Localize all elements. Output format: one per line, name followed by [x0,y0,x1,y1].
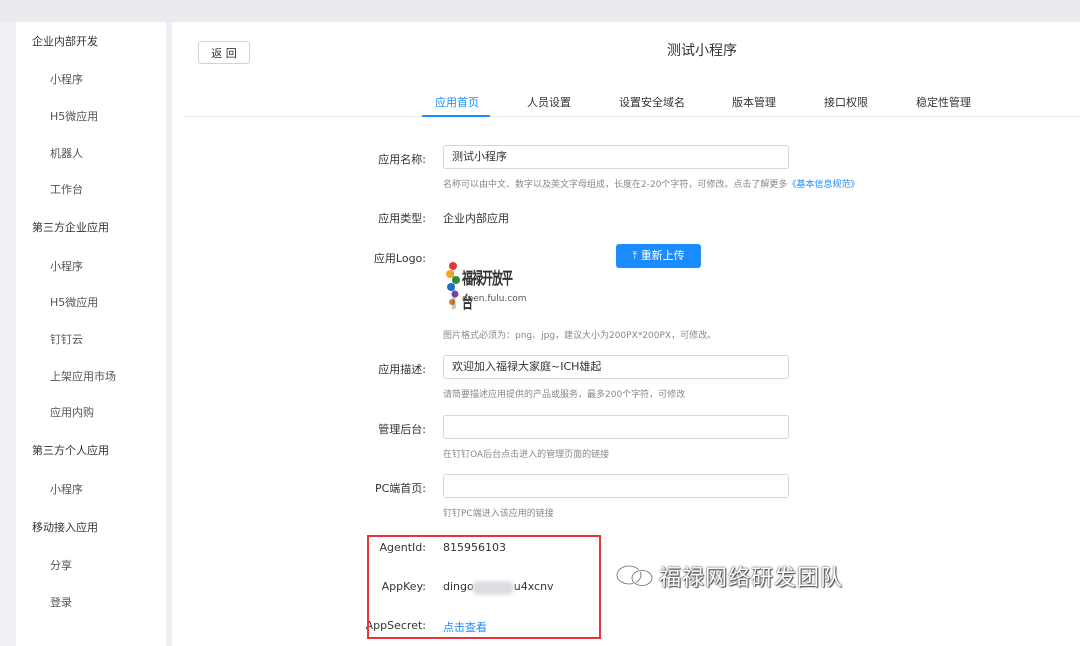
watermark: 福禄网络研发团队 [615,560,843,595]
sidebar-item-in-app-purchase[interactable]: 应用内购 [50,403,94,423]
credentials-highlight-box [367,535,601,639]
app-type-label: 应用类型: [378,212,426,225]
app-name-hint: 名称可以由中文、数字以及英文字母组成，长度在2-20个字符，可修改。点击了解更多… [443,180,860,190]
logo-text: 福禄开放平台 [462,269,513,313]
pc-home-label: PC端首页: [374,482,426,495]
sidebar-item-login[interactable]: 登录 [50,593,72,613]
app-logo-image: 福禄开放平台 open.fulu.com [444,256,526,316]
wechat-icon [615,563,655,595]
basic-info-spec-link[interactable]: 《基本信息规范》 [787,180,859,190]
upload-icon: ⤒ [632,249,638,262]
tab-version-management[interactable]: 版本管理 [732,94,776,110]
sidebar-item-internal-h5[interactable]: H5微应用 [50,107,98,127]
tab-stability[interactable]: 稳定性管理 [916,94,971,110]
tab-member-settings[interactable]: 人员设置 [527,94,571,110]
sidebar-item-workbench[interactable]: 工作台 [50,180,83,200]
app-name-input[interactable]: 测试小程序 [443,145,789,169]
sidebar-category-thirdparty-personal[interactable]: 第三方个人应用 [32,441,109,461]
sidebar-item-share[interactable]: 分享 [50,556,72,576]
sidebar-item-app-market[interactable]: 上架应用市场 [50,367,116,387]
admin-backend-input[interactable] [443,415,789,439]
tab-api-permission[interactable]: 接口权限 [824,94,868,110]
reupload-button[interactable]: ⤒ 重新上传 [616,244,701,268]
sidebar: 企业内部开发 小程序 H5微应用 机器人 工作台 第三方企业应用 小程序 H5微… [16,22,166,646]
admin-backend-hint: 在钉钉OA后台点击进入的管理页面的链接 [443,450,610,460]
tab-app-home[interactable]: 应用首页 [435,94,479,110]
app-desc-hint: 请简要描述应用提供的产品或服务，最多200个字符，可修改 [443,390,686,400]
logo-url-text: open.fulu.com [462,294,527,304]
tab-safe-domain[interactable]: 设置安全域名 [619,94,685,110]
app-name-label: 应用名称: [378,153,426,166]
back-button[interactable]: 返 回 [198,41,250,64]
active-tab-indicator [422,115,490,117]
admin-backend-label: 管理后台: [378,423,426,436]
sidebar-item-dingtalk-cloud[interactable]: 钉钉云 [50,330,83,350]
pc-home-input[interactable] [443,474,789,498]
page-title: 测试小程序 [667,43,737,59]
app-logo-label: 应用Logo: [373,252,426,265]
tab-bar: 应用首页 人员设置 设置安全域名 版本管理 接口权限 稳定性管理 [184,86,1080,117]
app-desc-label: 应用描述: [378,363,426,376]
watermark-text: 福禄网络研发团队 [659,566,844,591]
app-logo-hint: 图片格式必须为：png、jpg，建议大小为200PX*200PX，可修改。 [443,331,717,341]
app-type-value: 企业内部应用 [443,212,509,225]
sidebar-category-thirdparty-enterprise[interactable]: 第三方企业应用 [32,218,109,238]
main-panel: 返 回 测试小程序 应用首页 人员设置 设置安全域名 版本管理 接口权限 稳定性… [172,22,1080,646]
sidebar-category-internal[interactable]: 企业内部开发 [32,32,98,52]
sidebar-item-tp-miniprogram[interactable]: 小程序 [50,257,83,277]
top-strip [0,0,1080,22]
sidebar-item-personal-miniprogram[interactable]: 小程序 [50,480,83,500]
sidebar-category-mobile-access[interactable]: 移动接入应用 [32,518,98,538]
pc-home-hint: 钉钉PC端进入该应用的链接 [443,509,554,519]
sidebar-item-tp-h5[interactable]: H5微应用 [50,293,98,313]
sidebar-item-robot[interactable]: 机器人 [50,144,83,164]
sidebar-item-internal-miniprogram[interactable]: 小程序 [50,70,83,90]
app-desc-input[interactable]: 欢迎加入福禄大家庭~ICH雄起 [443,355,789,379]
